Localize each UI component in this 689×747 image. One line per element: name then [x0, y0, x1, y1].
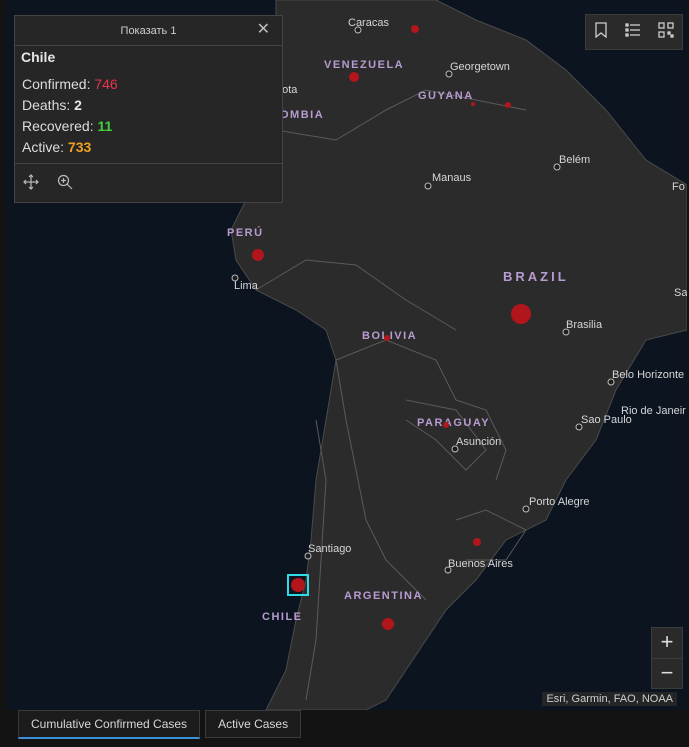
country-label: BRAZIL	[503, 269, 569, 284]
case-marker-chile	[291, 578, 305, 592]
tab-bar: Cumulative Confirmed Cases Active Cases	[18, 710, 302, 739]
recovered-row: Recovered: 11	[22, 118, 113, 134]
city-label: Belo Horizonte	[612, 369, 684, 381]
city-label: Fo	[672, 181, 685, 193]
popup-header: Показать 1 ✕	[15, 16, 282, 46]
city-label: Lima	[234, 280, 259, 292]
city-label: Caracas	[348, 17, 389, 29]
case-marker	[443, 422, 449, 428]
legend-list-icon[interactable]	[625, 22, 641, 43]
map-attribution: Esri, Garmin, FAO, NOAA	[542, 692, 677, 706]
case-marker	[473, 538, 481, 546]
country-label: VENEZUELA	[324, 59, 404, 71]
popup-header-label: Показать 1	[120, 24, 177, 37]
bookmark-icon[interactable]	[594, 21, 608, 43]
city-label: Porto Alegre	[529, 496, 590, 508]
zoom-in-button[interactable]: +	[652, 628, 682, 659]
city-label: Santiago	[308, 543, 351, 555]
tab-cumulative-confirmed[interactable]: Cumulative Confirmed Cases	[18, 710, 201, 739]
city-label: Manaus	[432, 172, 472, 184]
zoom-out-button[interactable]: −	[652, 659, 682, 689]
case-marker	[471, 102, 475, 106]
popup-title: Chile	[21, 49, 56, 65]
case-marker	[411, 25, 419, 33]
country-label: ARGENTINA	[344, 590, 423, 602]
city-label: Asunción	[456, 436, 501, 448]
country-label: OMBIA	[280, 109, 324, 121]
case-marker	[252, 249, 264, 261]
city-label: Buenos Aires	[448, 558, 513, 570]
country-label: PARAGUAY	[417, 417, 490, 429]
case-marker	[382, 618, 394, 630]
country-label: PERÚ	[227, 226, 264, 239]
pan-to-icon[interactable]	[23, 174, 41, 192]
active-row: Active: 733	[22, 139, 92, 155]
city-label: Sa	[674, 287, 687, 299]
case-marker	[505, 102, 511, 108]
tab-active-cases[interactable]: Active Cases	[205, 710, 302, 738]
landmass	[230, 0, 687, 710]
map-toolbar	[585, 14, 683, 50]
popup-body: Confirmed: 746 Deaths: 2 Recovered: 11 A…	[15, 68, 282, 160]
close-icon[interactable]: ✕	[257, 22, 270, 38]
case-marker	[511, 304, 531, 324]
zoom-to-icon[interactable]	[57, 174, 75, 192]
zoom-control: + −	[651, 627, 683, 689]
city-label: Brasilia	[566, 319, 603, 331]
confirmed-row: Confirmed: 746	[22, 76, 118, 92]
qr-code-icon[interactable]	[657, 21, 674, 43]
city-label: Georgetown	[450, 61, 510, 73]
case-marker	[349, 72, 359, 82]
popup-actions	[15, 163, 282, 202]
feature-popup: Показать 1 ✕ Chile Confirmed: 746 Deaths…	[14, 15, 283, 203]
case-marker	[384, 335, 390, 341]
city-label: Sao Paulo	[581, 414, 632, 426]
country-label: BOLIVIA	[362, 330, 417, 342]
city-label: Belém	[559, 154, 590, 166]
country-label: CHILE	[262, 611, 303, 623]
deaths-row: Deaths: 2	[22, 97, 82, 113]
country-label: GUYANA	[418, 90, 474, 102]
